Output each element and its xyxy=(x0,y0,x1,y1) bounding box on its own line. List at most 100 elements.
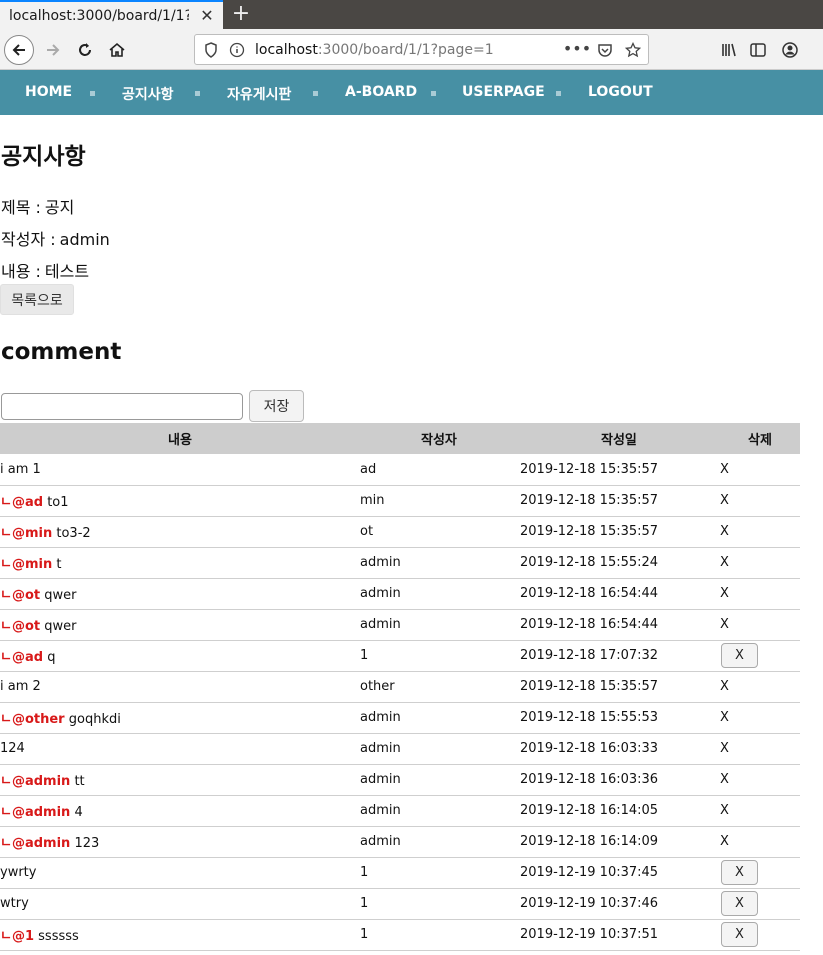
library-button[interactable] xyxy=(714,35,744,65)
reply-arrow-icon: ㄴ xyxy=(0,557,12,572)
menu-item-notice[interactable]: 공지사항 xyxy=(122,84,174,104)
reply-arrow-icon: ㄴ xyxy=(0,495,12,510)
comment-delete-cell: X xyxy=(720,485,800,517)
comment-content-cell: ㄴ@ot qwer xyxy=(0,609,360,641)
comment-content-cell: 124 xyxy=(0,733,360,765)
comment-delete-cell: X xyxy=(720,516,800,548)
delete-comment-label: X xyxy=(720,741,729,756)
menu-item-a-board[interactable]: A-BOARD xyxy=(345,84,417,100)
main-menu: HOME 공지사항 자유게시판 A-BOARD USERPAGE LOGOUT xyxy=(0,70,823,115)
comment-mention: @min xyxy=(11,557,53,572)
tab-title: localhost:3000/board/1/1?p xyxy=(9,8,189,24)
comment-date: 2019-12-18 16:03:36 xyxy=(520,764,720,796)
comment-text: goqhkdi xyxy=(68,712,121,727)
menu-item-home[interactable]: HOME xyxy=(25,84,72,100)
sidebar-button[interactable] xyxy=(743,35,773,65)
post-content: 테스트 xyxy=(44,262,90,281)
comment-text: qwer xyxy=(44,619,77,634)
delete-comment-button[interactable]: X xyxy=(721,860,758,885)
home-button[interactable] xyxy=(102,35,132,65)
comment-text: t xyxy=(56,557,62,572)
tab-close-icon[interactable]: ✕ xyxy=(197,6,217,26)
menu-item-logout[interactable]: LOGOUT xyxy=(588,84,653,100)
bookmark-star-icon[interactable] xyxy=(625,42,641,58)
comments-body: i am 1 ad 2019-12-18 15:35:57 X ㄴ@ad to1 min 2… xyxy=(0,454,800,951)
pocket-icon[interactable] xyxy=(597,42,613,58)
shield-icon[interactable] xyxy=(203,42,219,58)
delete-comment-button[interactable]: X xyxy=(721,891,758,916)
comment-date: 2019-12-18 16:14:05 xyxy=(520,795,720,827)
comment-text: tt xyxy=(74,774,85,789)
comment-date: 2019-12-18 15:35:57 xyxy=(520,671,720,703)
comment-row: ㄴ@ot qwer admin 2019-12-18 16:54:44 X xyxy=(0,578,800,610)
comment-writer: admin xyxy=(360,795,520,827)
comment-writer: 1 xyxy=(360,857,520,889)
comment-content-cell: ㄴ@1 ssssss xyxy=(0,919,360,951)
menu-separator xyxy=(90,91,95,96)
menu-item-free-board[interactable]: 자유게시판 xyxy=(227,84,291,104)
post-writer-label: 작성자 : xyxy=(1,230,56,249)
comment-row: ㄴ@other goqhkdi admin 2019-12-18 15:55:53 X xyxy=(0,702,800,734)
comment-delete-cell: X xyxy=(720,702,800,734)
comment-mention: @admin xyxy=(11,805,71,820)
comment-delete-cell: X xyxy=(720,671,800,703)
comment-content-cell: ㄴ@admin 4 xyxy=(0,795,360,827)
account-icon xyxy=(782,42,798,58)
comment-date: 2019-12-18 16:54:44 xyxy=(520,609,720,641)
comment-text: to1 xyxy=(47,495,69,510)
comment-row: ㄴ@admin tt admin 2019-12-18 16:03:36 X xyxy=(0,764,800,796)
browser-navbar: localhost:3000/board/1/1?page=1 ••• xyxy=(0,29,823,70)
menu-separator xyxy=(313,91,318,96)
back-button[interactable] xyxy=(4,35,34,65)
delete-comment-label: X xyxy=(720,679,729,694)
menu-item-userpage[interactable]: USERPAGE xyxy=(462,84,545,100)
comment-text: to3-2 xyxy=(56,526,91,541)
comment-row: ywrty 1 2019-12-19 10:37:45 X xyxy=(0,857,800,889)
delete-comment-label: X xyxy=(720,710,729,725)
url-bar[interactable]: localhost:3000/board/1/1?page=1 ••• xyxy=(194,34,649,65)
url-text: localhost:3000/board/1/1?page=1 xyxy=(255,42,494,58)
comment-input[interactable] xyxy=(1,393,243,420)
comment-row: ㄴ@admin 4 admin 2019-12-18 16:14:05 X xyxy=(0,795,800,827)
info-icon[interactable] xyxy=(229,42,245,58)
comment-text: i am 1 xyxy=(0,461,41,477)
column-header-delete: 삭제 xyxy=(720,423,800,454)
post-content-line: 내용 : 테스트 xyxy=(1,258,89,282)
comment-date: 2019-12-18 15:35:57 xyxy=(520,516,720,548)
comment-delete-cell: X xyxy=(720,609,800,641)
comment-date: 2019-12-18 15:55:24 xyxy=(520,547,720,579)
comment-content-cell: wtry xyxy=(0,888,360,920)
page-actions-icon[interactable]: ••• xyxy=(563,39,591,58)
forward-button[interactable] xyxy=(38,35,68,65)
post-title: 공지 xyxy=(44,198,75,217)
comment-delete-cell: X xyxy=(720,764,800,796)
browser-tab[interactable]: localhost:3000/board/1/1?p ✕ xyxy=(0,0,223,29)
reply-arrow-icon: ㄴ xyxy=(0,526,12,541)
comment-date: 2019-12-18 17:07:32 xyxy=(520,640,720,672)
save-comment-button[interactable]: 저장 xyxy=(249,390,304,422)
comment-mention: @ot xyxy=(11,619,41,634)
comment-delete-cell: X xyxy=(720,888,800,920)
menu-separator xyxy=(431,91,436,96)
delete-comment-button[interactable]: X xyxy=(721,643,758,668)
back-to-list-button[interactable]: 목록으로 xyxy=(0,284,74,315)
comment-content-cell: ㄴ@min t xyxy=(0,547,360,579)
comment-date: 2019-12-18 16:54:44 xyxy=(520,578,720,610)
reply-arrow-icon: ㄴ xyxy=(0,836,12,851)
comment-text: ssssss xyxy=(38,929,79,944)
reply-arrow-icon: ㄴ xyxy=(0,650,12,665)
column-header-date: 작성일 xyxy=(520,423,720,454)
comment-delete-cell: X xyxy=(720,795,800,827)
comment-row: ㄴ@ad to1 min 2019-12-18 15:35:57 X xyxy=(0,485,800,517)
new-tab-icon[interactable]: + xyxy=(230,2,252,26)
delete-comment-label: X xyxy=(720,586,729,601)
comment-writer: admin xyxy=(360,578,520,610)
comment-row: i am 1 ad 2019-12-18 15:35:57 X xyxy=(0,454,800,486)
comment-content-cell: ㄴ@admin tt xyxy=(0,764,360,796)
comment-writer: 1 xyxy=(360,888,520,920)
delete-comment-label: X xyxy=(720,803,729,818)
delete-comment-button[interactable]: X xyxy=(721,922,758,947)
account-button[interactable] xyxy=(775,35,805,65)
delete-comment-label: X xyxy=(720,493,729,508)
reload-button[interactable] xyxy=(70,35,100,65)
